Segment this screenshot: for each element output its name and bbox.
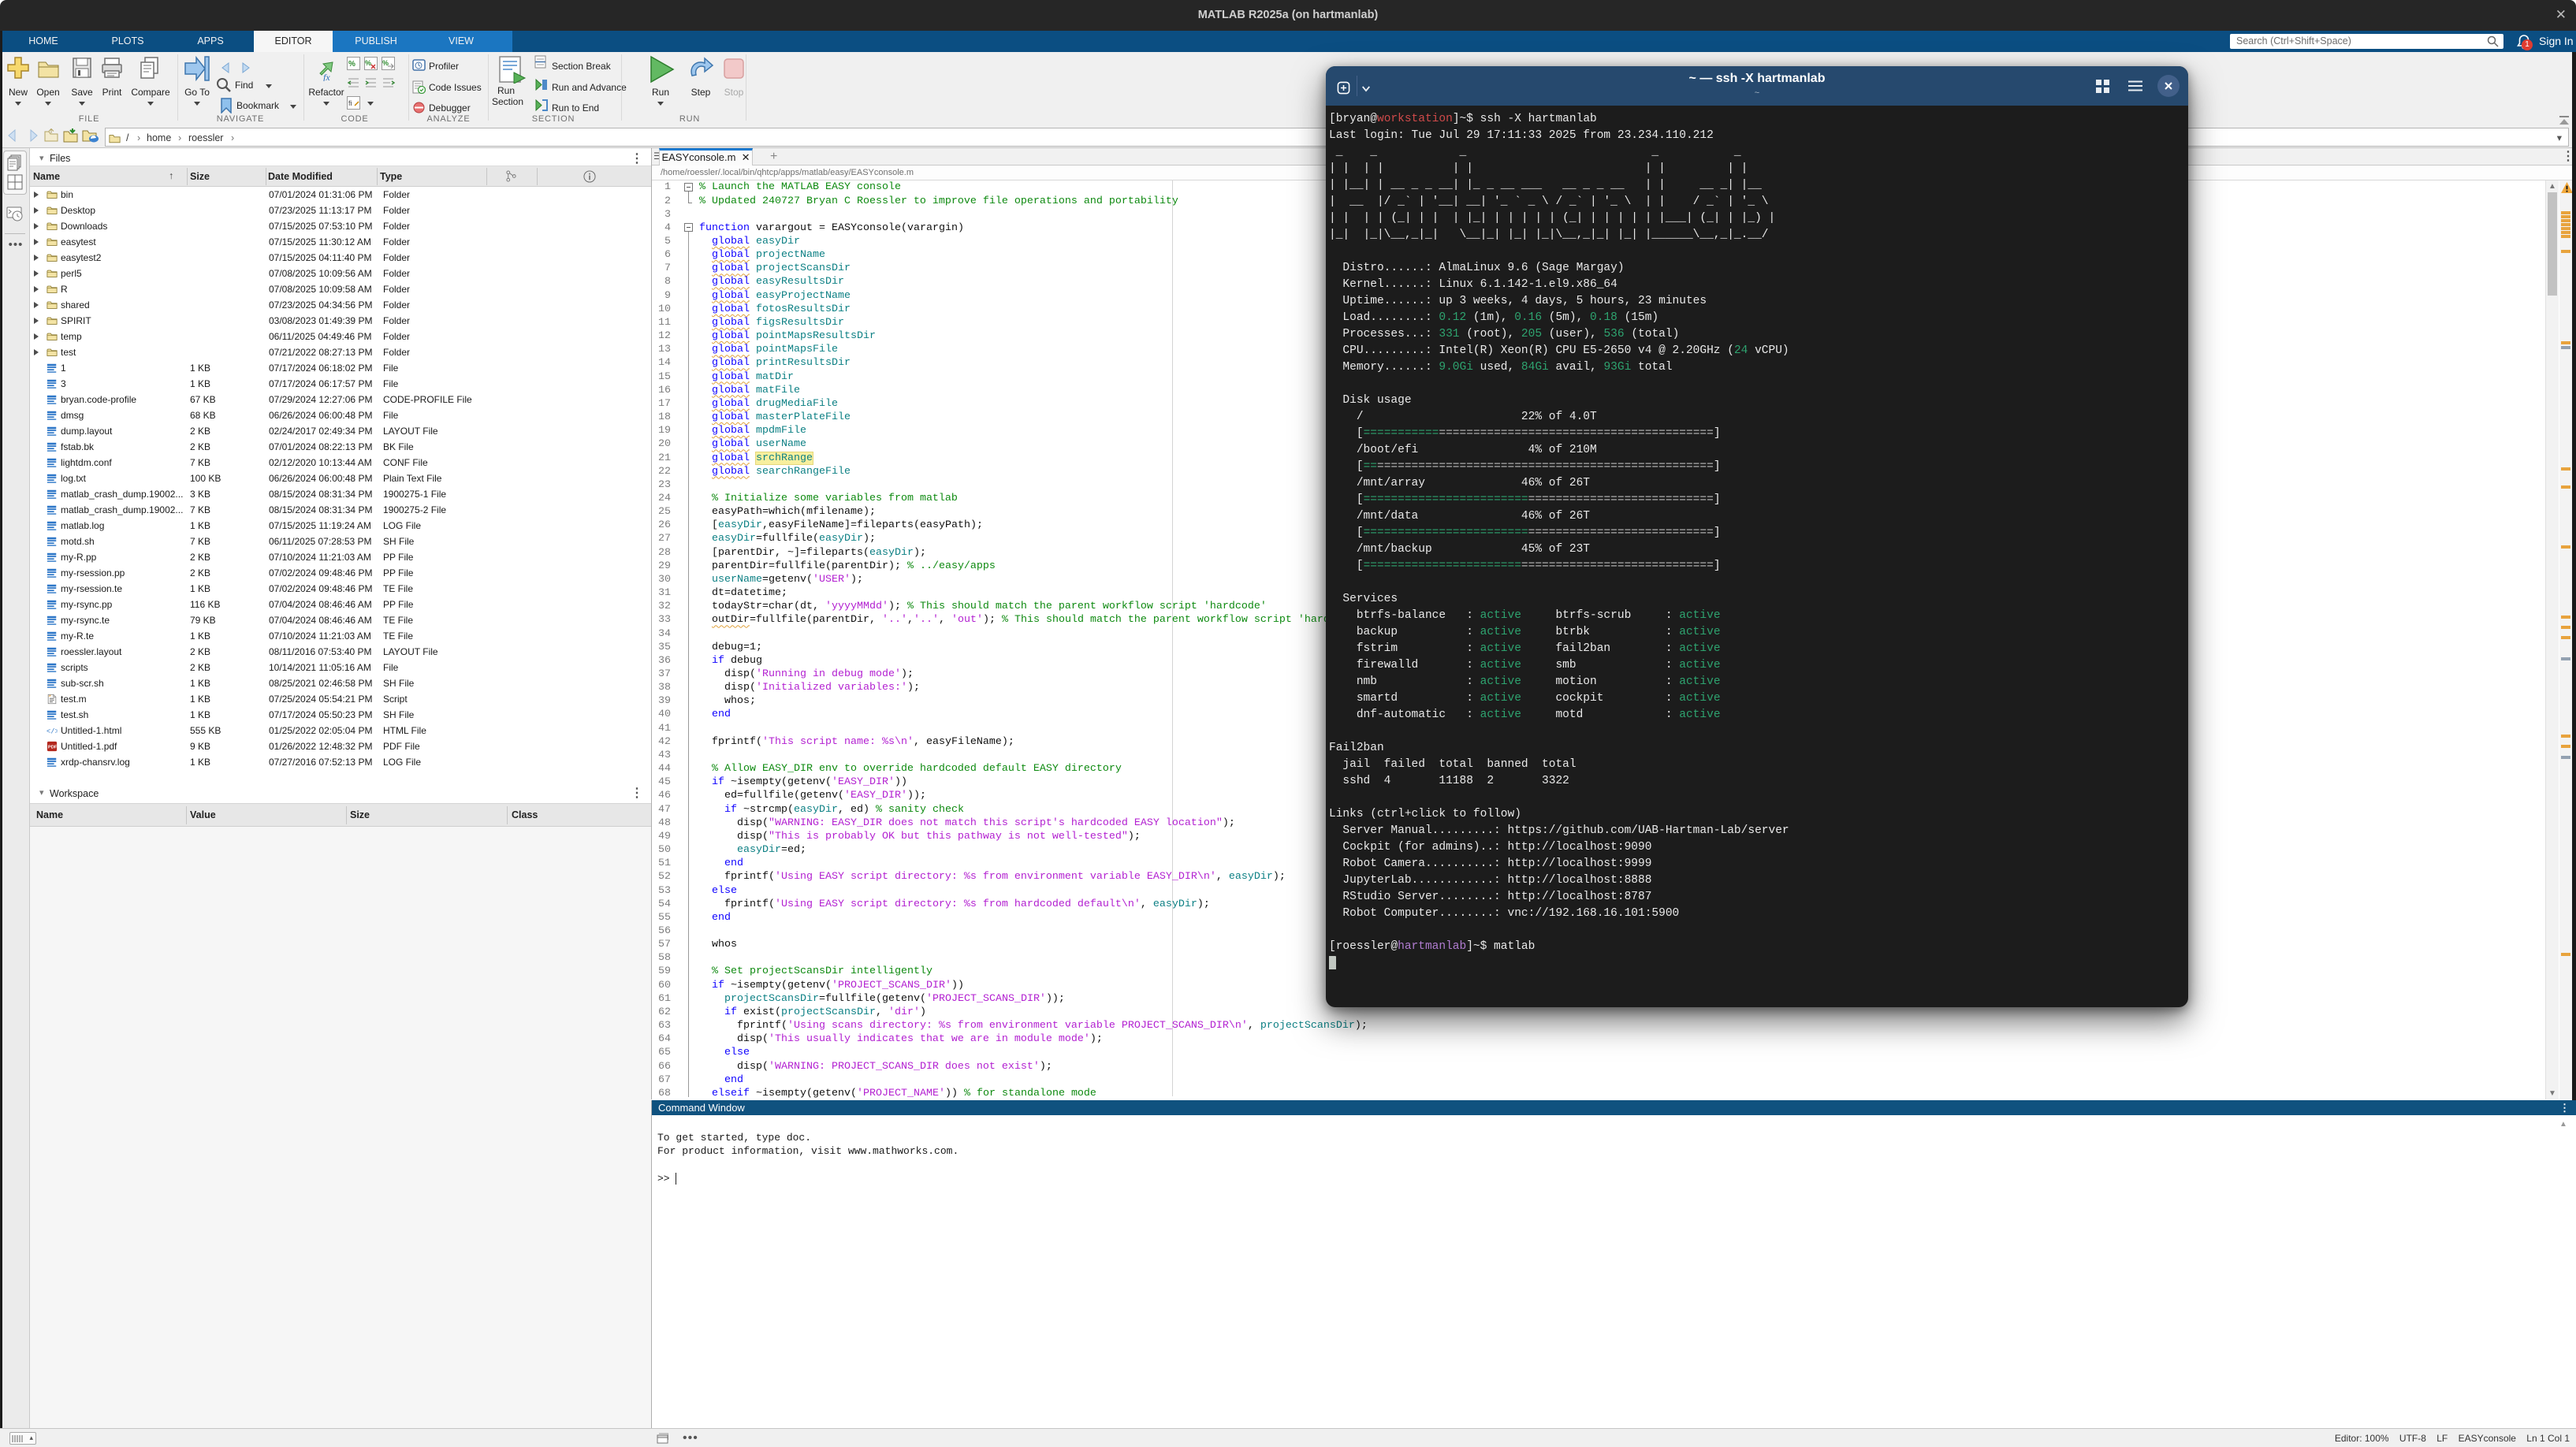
svg-text:fi: fi: [348, 99, 352, 107]
svg-text:</>: </>: [47, 728, 58, 736]
svg-text:PDF: PDF: [48, 746, 58, 750]
svg-text:%: %: [382, 59, 389, 67]
svg-text:fx: fx: [323, 72, 330, 81]
svg-text:%: %: [348, 60, 356, 69]
svg-text:%: %: [365, 59, 371, 67]
